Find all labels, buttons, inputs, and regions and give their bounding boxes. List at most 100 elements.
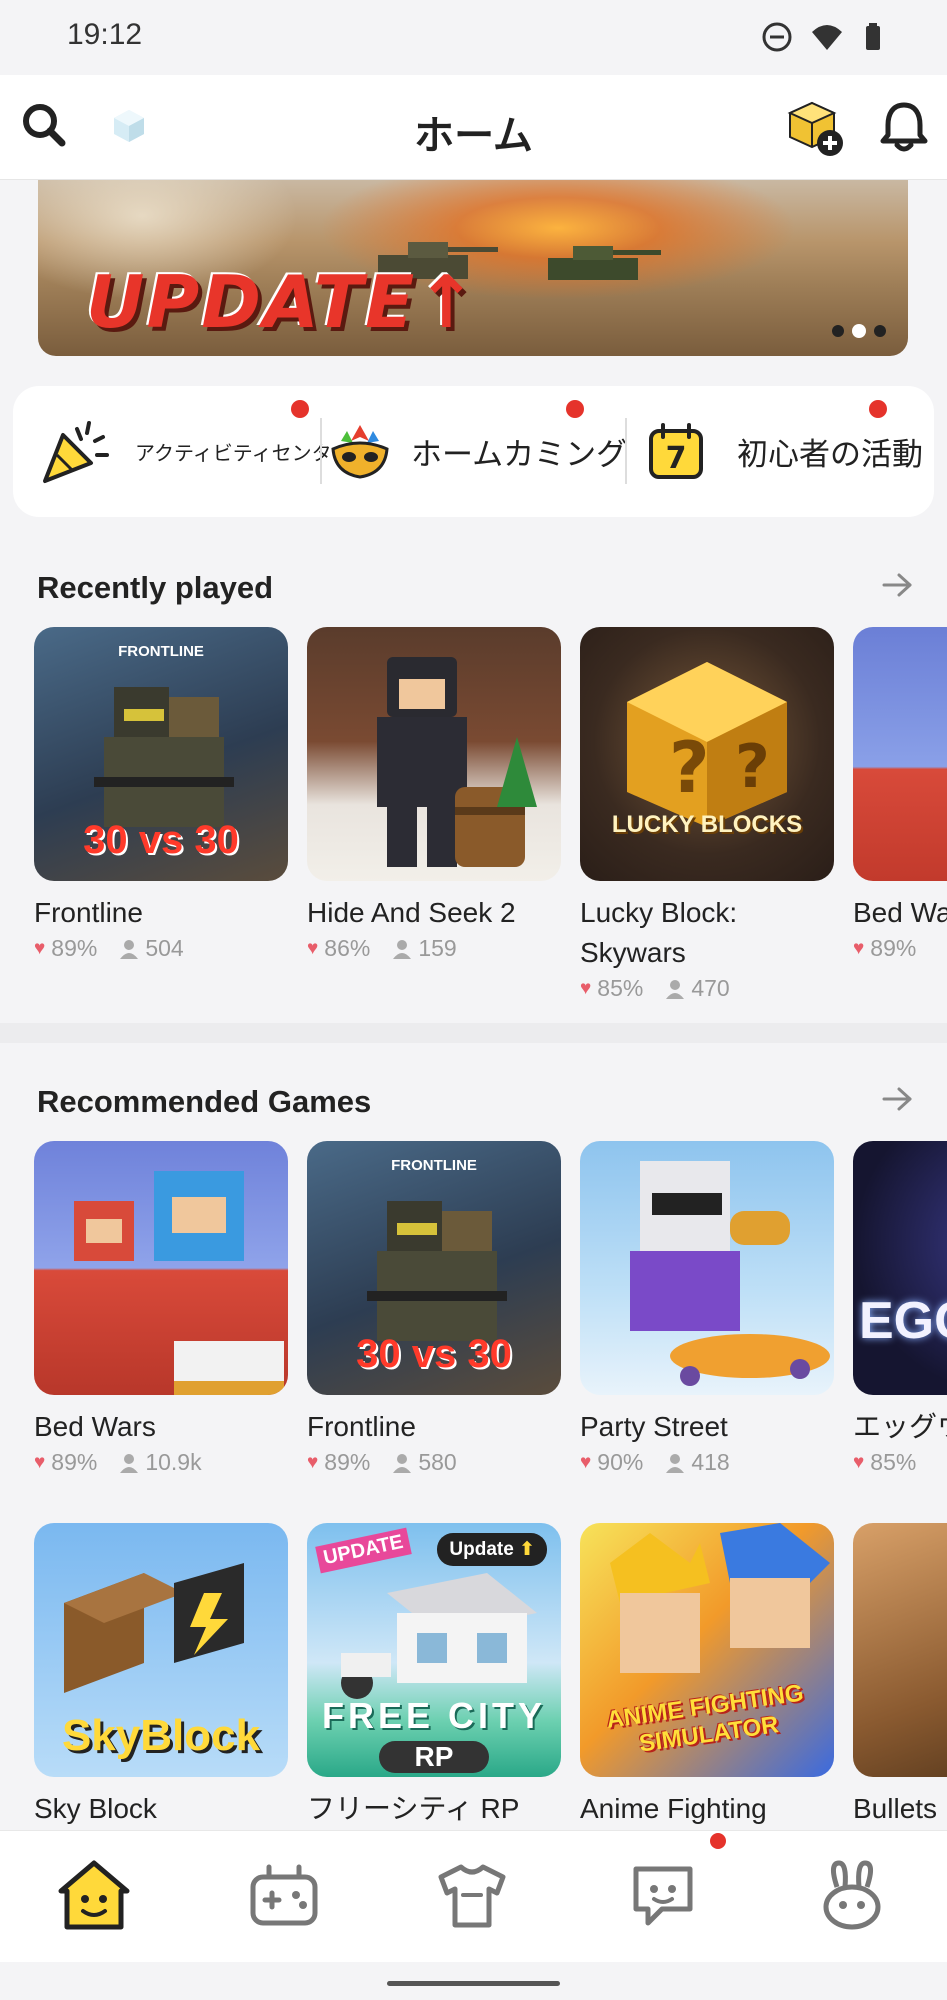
banner-dot[interactable] bbox=[832, 325, 844, 337]
game-card[interactable]: Hide And Seek 2 ♥ 86% 159 bbox=[307, 627, 561, 962]
game-rating: 89% bbox=[324, 1449, 371, 1475]
thumb-rp-label: RP bbox=[379, 1741, 489, 1773]
bunny-icon[interactable] bbox=[815, 1859, 889, 1933]
event-beginner[interactable]: 7 初心者の活動 bbox=[645, 386, 935, 517]
game-rating: 85% bbox=[870, 1449, 917, 1475]
thumb-subtitle: 30 vs 30 bbox=[356, 1332, 512, 1376]
section-divider bbox=[0, 1023, 947, 1043]
home-indicator bbox=[387, 1981, 560, 1986]
game-players: 580 bbox=[418, 1449, 457, 1475]
heart-icon: ♥ bbox=[307, 937, 319, 959]
game-name: Party Street bbox=[580, 1411, 728, 1442]
game-name: Anime Fighting bbox=[580, 1793, 767, 1824]
game-stats: ♥ 86% 159 bbox=[307, 935, 561, 962]
chat-bubble-icon[interactable] bbox=[626, 1859, 700, 1933]
notification-dot bbox=[291, 400, 309, 418]
game-card[interactable]: Bullets bbox=[853, 1523, 947, 1829]
heart-icon: ♥ bbox=[580, 1451, 592, 1473]
heart-icon: ♥ bbox=[853, 1451, 865, 1473]
game-stats: ♥ 89% 580 bbox=[307, 1449, 561, 1476]
tshirt-icon[interactable] bbox=[435, 1859, 509, 1933]
soldier-figure bbox=[367, 1201, 507, 1341]
player-icon bbox=[120, 1453, 139, 1473]
update-tag: UPDATE bbox=[315, 1527, 412, 1574]
game-thumbnail: EGG bbox=[853, 1141, 947, 1395]
arrow-right-icon[interactable] bbox=[880, 1082, 914, 1116]
game-rating: 89% bbox=[870, 935, 917, 961]
event-divider bbox=[320, 418, 322, 484]
thumb-subtitle: FREE CITY bbox=[321, 1695, 546, 1736]
game-rating: 89% bbox=[51, 1449, 98, 1475]
svg-text:?: ? bbox=[669, 727, 710, 809]
game-thumbnail: ANIME FIGHTING SIMULATOR bbox=[580, 1523, 834, 1777]
lucky-block-cube: ? ? bbox=[627, 662, 787, 827]
thumb-subtitle: SkyBlock bbox=[61, 1711, 261, 1760]
game-card[interactable]: EGG エッグウ ♥85% bbox=[853, 1141, 947, 1476]
game-card[interactable]: UPDATE Update ⬆ FREE CITY RP フリーシティ RP bbox=[307, 1523, 561, 1829]
status-time: 19:12 bbox=[67, 18, 143, 51]
house-art bbox=[341, 1573, 537, 1699]
game-card[interactable]: Bed Wa ♥ 89% bbox=[853, 627, 947, 962]
soldier-figure bbox=[94, 687, 234, 827]
game-rating: 86% bbox=[324, 935, 371, 961]
promo-banner[interactable]: UPDATE↑ bbox=[38, 180, 908, 356]
bottom-nav bbox=[0, 1830, 947, 1962]
game-stats: ♥ 85% bbox=[853, 1449, 947, 1476]
banner-dot[interactable] bbox=[874, 325, 886, 337]
player-icon bbox=[393, 939, 412, 959]
event-label: アクティビティセンタ bbox=[135, 443, 332, 465]
event-activity-center[interactable]: アクティビティセンタ bbox=[37, 386, 333, 517]
notification-dot bbox=[566, 400, 584, 418]
game-players: 10.9k bbox=[145, 1449, 202, 1475]
game-card[interactable]: FRONTLINE 30 vs 30 Frontline ♥ 89% 504 bbox=[34, 627, 288, 962]
bed-wars-art bbox=[74, 1171, 284, 1395]
banner-dot-active[interactable] bbox=[852, 324, 866, 338]
thumb-brand: FRONTLINE bbox=[118, 643, 204, 660]
section-title-recently-played: Recently played bbox=[37, 570, 274, 605]
update-badge-label: Update bbox=[449, 1539, 514, 1560]
gamepad-icon[interactable] bbox=[247, 1859, 321, 1933]
game-players: 418 bbox=[691, 1449, 730, 1475]
game-card[interactable]: ? ? LUCKY BLOCKS Lucky Block: Skywars ♥ 8… bbox=[580, 627, 834, 1002]
game-card[interactable]: ANIME FIGHTING SIMULATOR Anime Fighting bbox=[580, 1523, 834, 1829]
player-icon bbox=[666, 1453, 685, 1473]
game-thumbnail: SkyBlock bbox=[34, 1523, 288, 1777]
game-name: Bed Wa bbox=[853, 897, 947, 928]
game-name: Sky Block bbox=[34, 1793, 157, 1824]
arrow-right-icon[interactable] bbox=[880, 568, 914, 602]
add-cube-icon[interactable] bbox=[786, 97, 848, 159]
game-players: 470 bbox=[691, 975, 730, 1001]
game-card[interactable]: SkyBlock Sky Block bbox=[34, 1523, 288, 1829]
game-thumbnail bbox=[853, 627, 947, 881]
party-street-art bbox=[630, 1161, 830, 1386]
game-card[interactable]: Bed Wars ♥ 89% 10.9k bbox=[34, 1141, 288, 1476]
wifi-icon bbox=[812, 25, 842, 50]
game-rating: 89% bbox=[51, 935, 98, 961]
game-card[interactable]: FRONTLINE 30 vs 30 Frontline ♥ 89% 580 bbox=[307, 1141, 561, 1476]
game-name: Lucky Block: Skywars bbox=[580, 897, 738, 968]
game-name: Bullets bbox=[853, 1793, 938, 1824]
player-icon bbox=[666, 979, 685, 999]
game-name: Hide And Seek 2 bbox=[307, 897, 516, 928]
game-rating: 90% bbox=[597, 1449, 644, 1475]
game-name: Frontline bbox=[34, 897, 143, 928]
heart-icon: ♥ bbox=[853, 937, 865, 959]
home-smiley-icon[interactable] bbox=[57, 1859, 131, 1933]
bell-icon[interactable] bbox=[878, 99, 930, 155]
svg-text:?: ? bbox=[735, 732, 770, 802]
app-header: ホーム bbox=[0, 75, 947, 180]
game-card[interactable]: Party Street ♥ 90% 418 bbox=[580, 1141, 834, 1476]
game-thumbnail bbox=[853, 1523, 947, 1777]
battery-icon bbox=[866, 23, 880, 50]
notification-dot bbox=[710, 1833, 726, 1849]
game-stats: ♥ 85% 470 bbox=[580, 975, 834, 1002]
heart-icon: ♥ bbox=[34, 1451, 46, 1473]
banner-pagination bbox=[832, 324, 886, 338]
thumb-subtitle: LUCKY BLOCKS bbox=[611, 811, 803, 838]
event-divider bbox=[625, 418, 627, 484]
banner-title: UPDATE↑ bbox=[86, 260, 479, 344]
game-name: Bed Wars bbox=[34, 1411, 156, 1442]
game-thumbnail: UPDATE Update ⬆ FREE CITY RP bbox=[307, 1523, 561, 1777]
game-name: フリーシティ RP bbox=[307, 1793, 520, 1824]
heart-icon: ♥ bbox=[307, 1451, 319, 1473]
